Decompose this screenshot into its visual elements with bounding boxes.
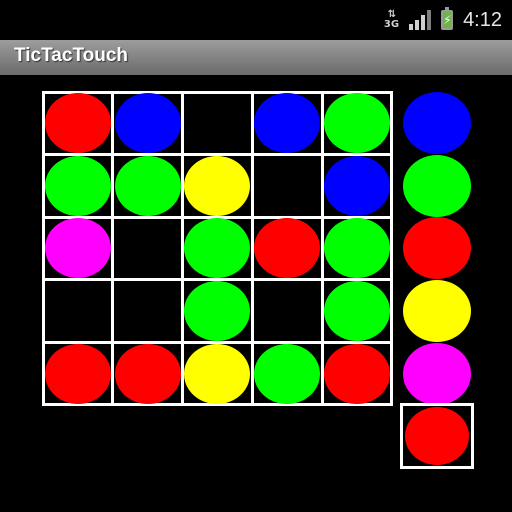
palette-option-magenta[interactable] bbox=[400, 342, 474, 405]
red-disc bbox=[403, 217, 471, 280]
board-cell-r5-c5[interactable] bbox=[320, 340, 394, 407]
board-cell-r4-c4[interactable] bbox=[250, 278, 324, 344]
green-disc bbox=[324, 281, 391, 342]
green-disc bbox=[184, 218, 251, 279]
green-disc bbox=[324, 218, 391, 279]
board-cell-r1-c1[interactable] bbox=[41, 90, 115, 157]
board-cell-r2-c1[interactable] bbox=[41, 153, 115, 219]
green-disc bbox=[324, 93, 391, 154]
board-cell-r1-c2[interactable] bbox=[111, 90, 185, 157]
blue-disc bbox=[403, 92, 471, 155]
board-cell-r2-c4[interactable] bbox=[250, 153, 324, 219]
board-cell-r3-c1[interactable] bbox=[41, 215, 115, 282]
game-board bbox=[41, 90, 394, 407]
green-disc bbox=[254, 343, 321, 404]
board-cell-r4-c3[interactable] bbox=[181, 278, 254, 344]
app-title: TicTacTouch bbox=[14, 45, 129, 66]
board-cell-r4-c2[interactable] bbox=[111, 278, 185, 344]
red-disc bbox=[324, 343, 391, 404]
palette-option-blue[interactable] bbox=[400, 92, 474, 155]
board-cell-r3-c4[interactable] bbox=[250, 215, 324, 282]
board-cell-r5-c4[interactable] bbox=[250, 340, 324, 407]
green-disc bbox=[184, 281, 251, 342]
board-cell-r2-c2[interactable] bbox=[111, 153, 185, 219]
magenta-disc bbox=[44, 218, 111, 279]
board-cell-r5-c1[interactable] bbox=[41, 340, 115, 407]
network-3g-icon: ⇅ 3G bbox=[383, 9, 400, 30]
board-cell-r4-c5[interactable] bbox=[320, 278, 394, 344]
palette-option-green[interactable] bbox=[400, 154, 474, 218]
yellow-disc bbox=[403, 280, 471, 343]
green-disc bbox=[403, 154, 471, 217]
board-cell-r1-c3[interactable] bbox=[181, 90, 254, 157]
board-cell-r5-c2[interactable] bbox=[111, 340, 185, 407]
blue-disc bbox=[324, 155, 391, 216]
red-disc bbox=[44, 93, 111, 154]
red-disc bbox=[254, 218, 321, 279]
blue-disc bbox=[254, 93, 321, 154]
yellow-disc bbox=[184, 343, 251, 404]
network-type-label: 3G bbox=[383, 19, 400, 30]
board-cell-r2-c5[interactable] bbox=[320, 153, 394, 219]
blue-disc bbox=[114, 93, 181, 154]
signal-strength-icon bbox=[409, 10, 432, 30]
status-bar: ⇅ 3G ⚡ 4:12 bbox=[0, 0, 512, 38]
board-cell-r3-c5[interactable] bbox=[320, 215, 394, 282]
selected-color-box[interactable] bbox=[400, 403, 474, 469]
magenta-disc bbox=[403, 342, 471, 405]
board-cell-r2-c3[interactable] bbox=[181, 153, 254, 219]
board-cell-r5-c3[interactable] bbox=[181, 340, 254, 407]
color-palette bbox=[400, 92, 474, 405]
board-cell-r1-c4[interactable] bbox=[250, 90, 324, 157]
palette-option-red[interactable] bbox=[400, 217, 474, 280]
green-disc bbox=[44, 155, 111, 216]
red-disc bbox=[114, 343, 181, 404]
board-cell-r4-c1[interactable] bbox=[41, 278, 115, 344]
green-disc bbox=[114, 155, 181, 216]
yellow-disc bbox=[184, 155, 251, 216]
battery-charging-icon: ⚡ bbox=[441, 7, 454, 30]
clock: 4:12 bbox=[463, 8, 502, 31]
selected-color-disc bbox=[405, 407, 469, 465]
palette-option-yellow[interactable] bbox=[400, 280, 474, 343]
board-cell-r3-c2[interactable] bbox=[111, 215, 185, 282]
title-bar: TicTacTouch bbox=[0, 40, 512, 75]
board-cell-r3-c3[interactable] bbox=[181, 215, 254, 282]
status-icons: ⇅ 3G ⚡ 4:12 bbox=[383, 7, 502, 32]
board-cell-r1-c5[interactable] bbox=[320, 90, 394, 157]
red-disc bbox=[44, 343, 111, 404]
